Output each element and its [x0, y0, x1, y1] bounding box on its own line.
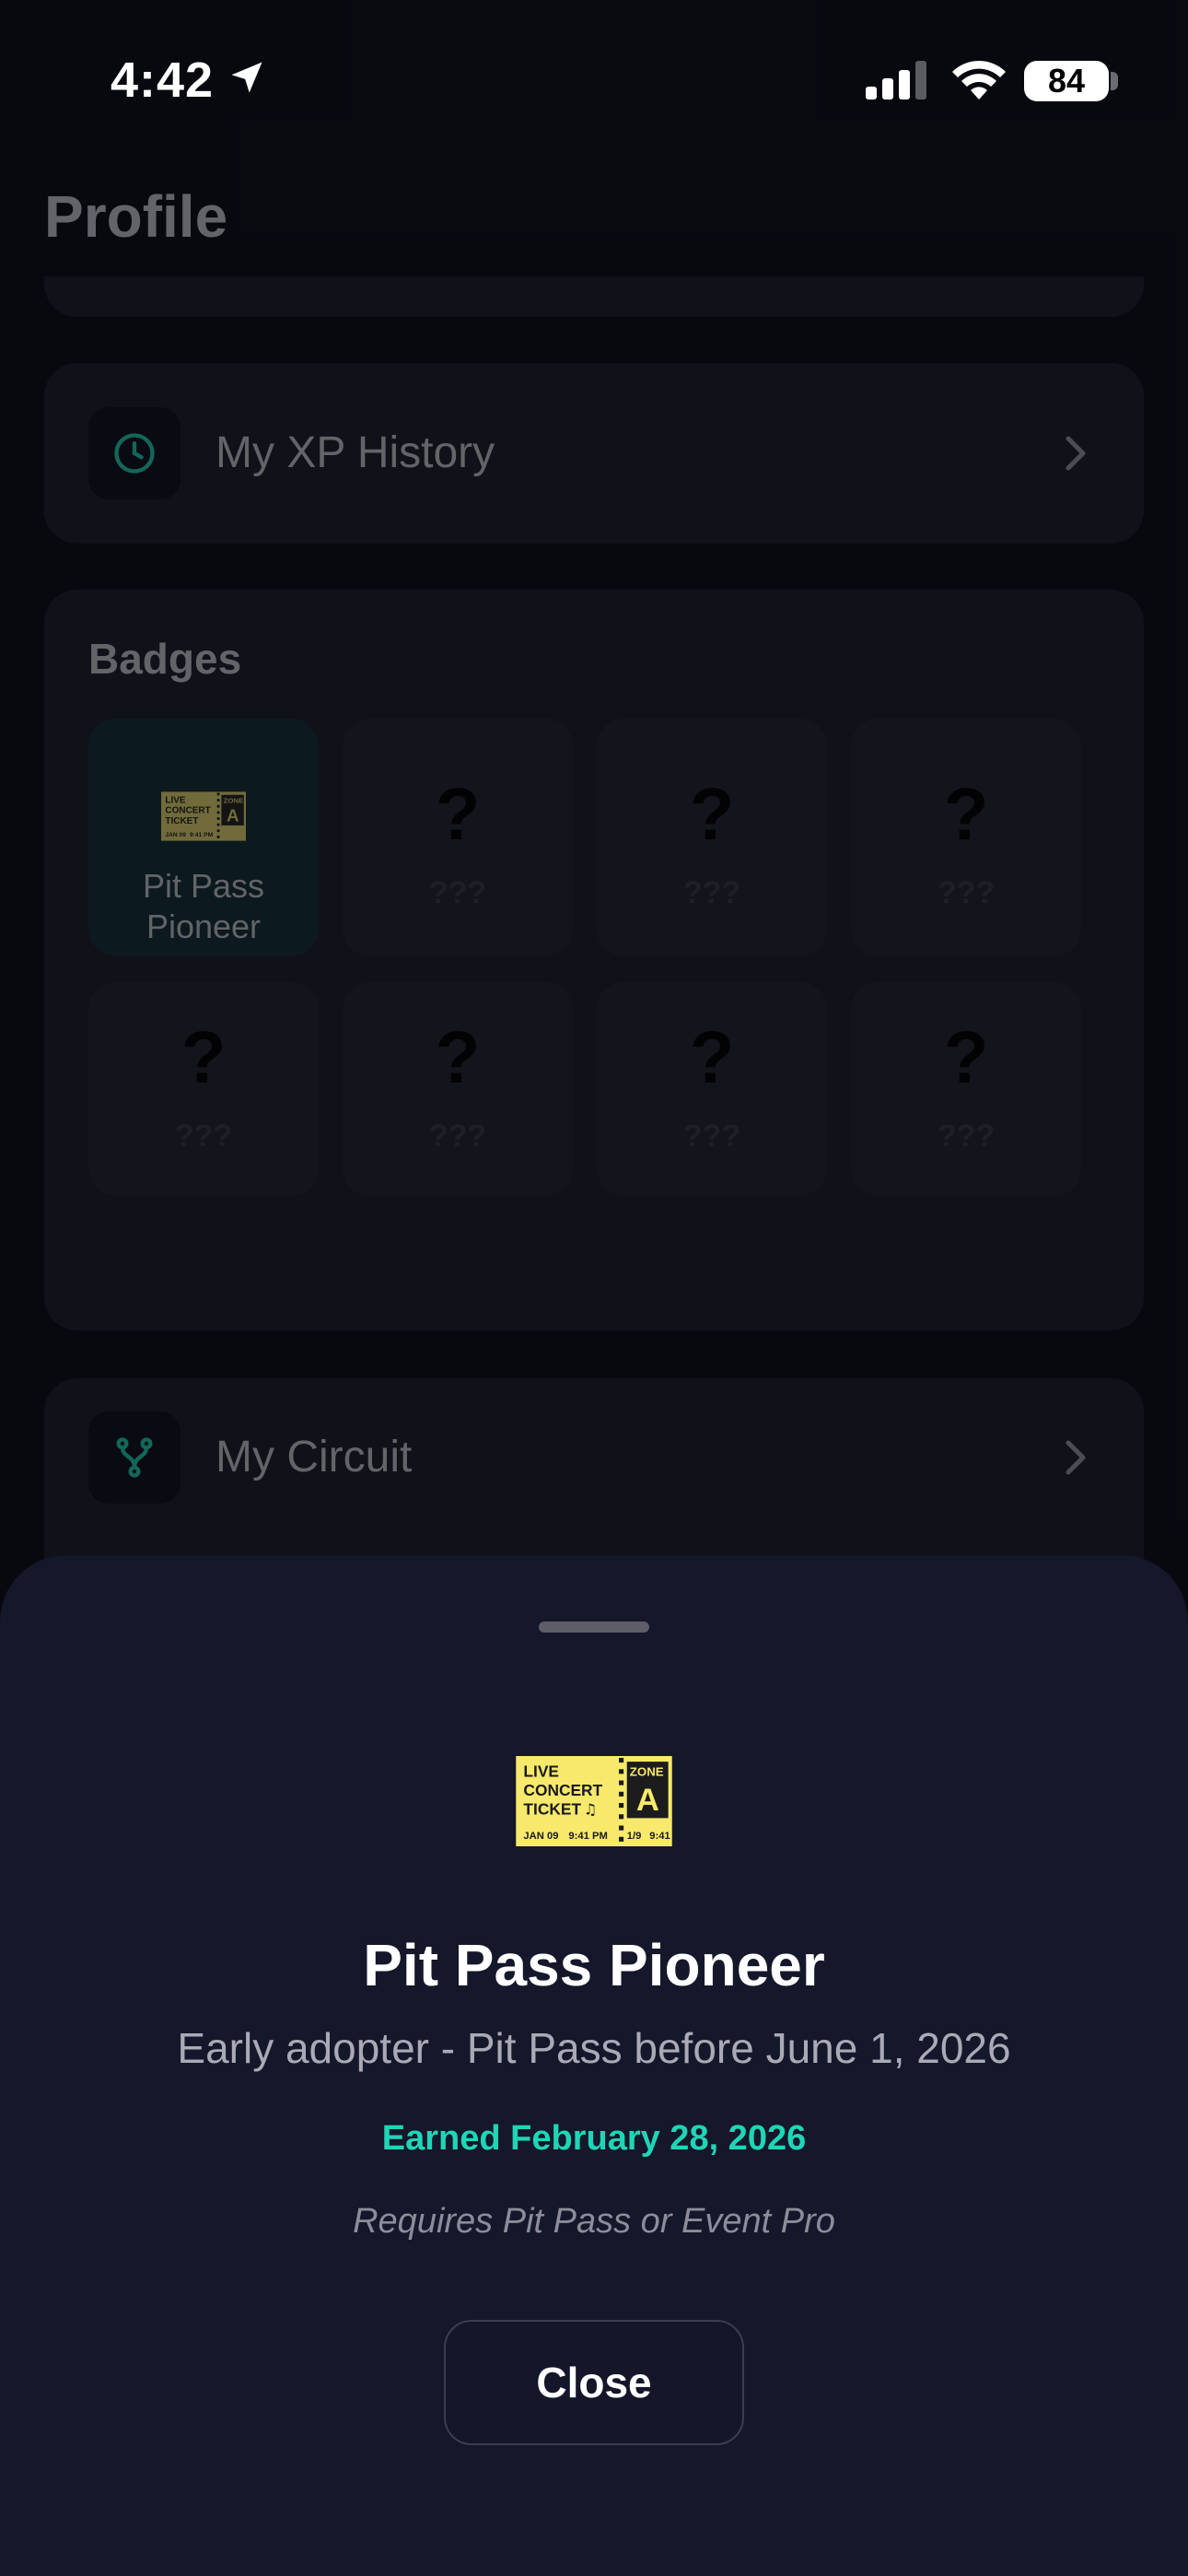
ticket-time: 9:41 PM	[568, 1831, 607, 1842]
ticket-zone-label: ZONE	[630, 1764, 664, 1778]
battery-nub	[1111, 72, 1118, 90]
location-arrow-icon	[231, 62, 262, 93]
ticket-stub-time: 9:41	[649, 1831, 670, 1842]
badge-requirement: Requires Pit Pass or Event Pro	[353, 2202, 835, 2241]
concert-ticket-icon: LIVE CONCERT TICKET ♫ ZONE A JAN 09 9:41…	[516, 1756, 672, 1846]
status-time: 4:42	[111, 53, 215, 108]
badge-earned-date: Earned February 28, 2026	[381, 2119, 807, 2158]
ticket-line2: CONCERT	[523, 1781, 602, 1799]
wifi-icon	[952, 60, 1006, 100]
music-note-icon: ♫	[584, 1800, 598, 1818]
ticket-date: JAN 09	[523, 1831, 558, 1842]
sheet-grabber[interactable]	[539, 1622, 649, 1633]
close-button[interactable]: Close	[444, 2320, 744, 2445]
badge-description: Early adopter - Pit Pass before June 1, …	[177, 2024, 1011, 2072]
badge-detail-sheet: LIVE CONCERT TICKET ♫ ZONE A JAN 09 9:41…	[0, 1555, 1188, 2576]
ticket-stub-date: 1/9	[627, 1831, 642, 1842]
ticket-line1: LIVE	[523, 1762, 559, 1780]
ticket-line3: TICKET	[523, 1799, 581, 1818]
ticket-zone: A	[636, 1783, 659, 1818]
cellular-signal-icon	[866, 61, 926, 100]
badge-title: Pit Pass Pioneer	[363, 1932, 825, 1998]
battery-level: 84	[1024, 61, 1109, 101]
status-bar: 4:42 84	[0, 0, 1188, 157]
screen: 4:42 84 Profile My XP History Badges LIV…	[0, 0, 1188, 2576]
